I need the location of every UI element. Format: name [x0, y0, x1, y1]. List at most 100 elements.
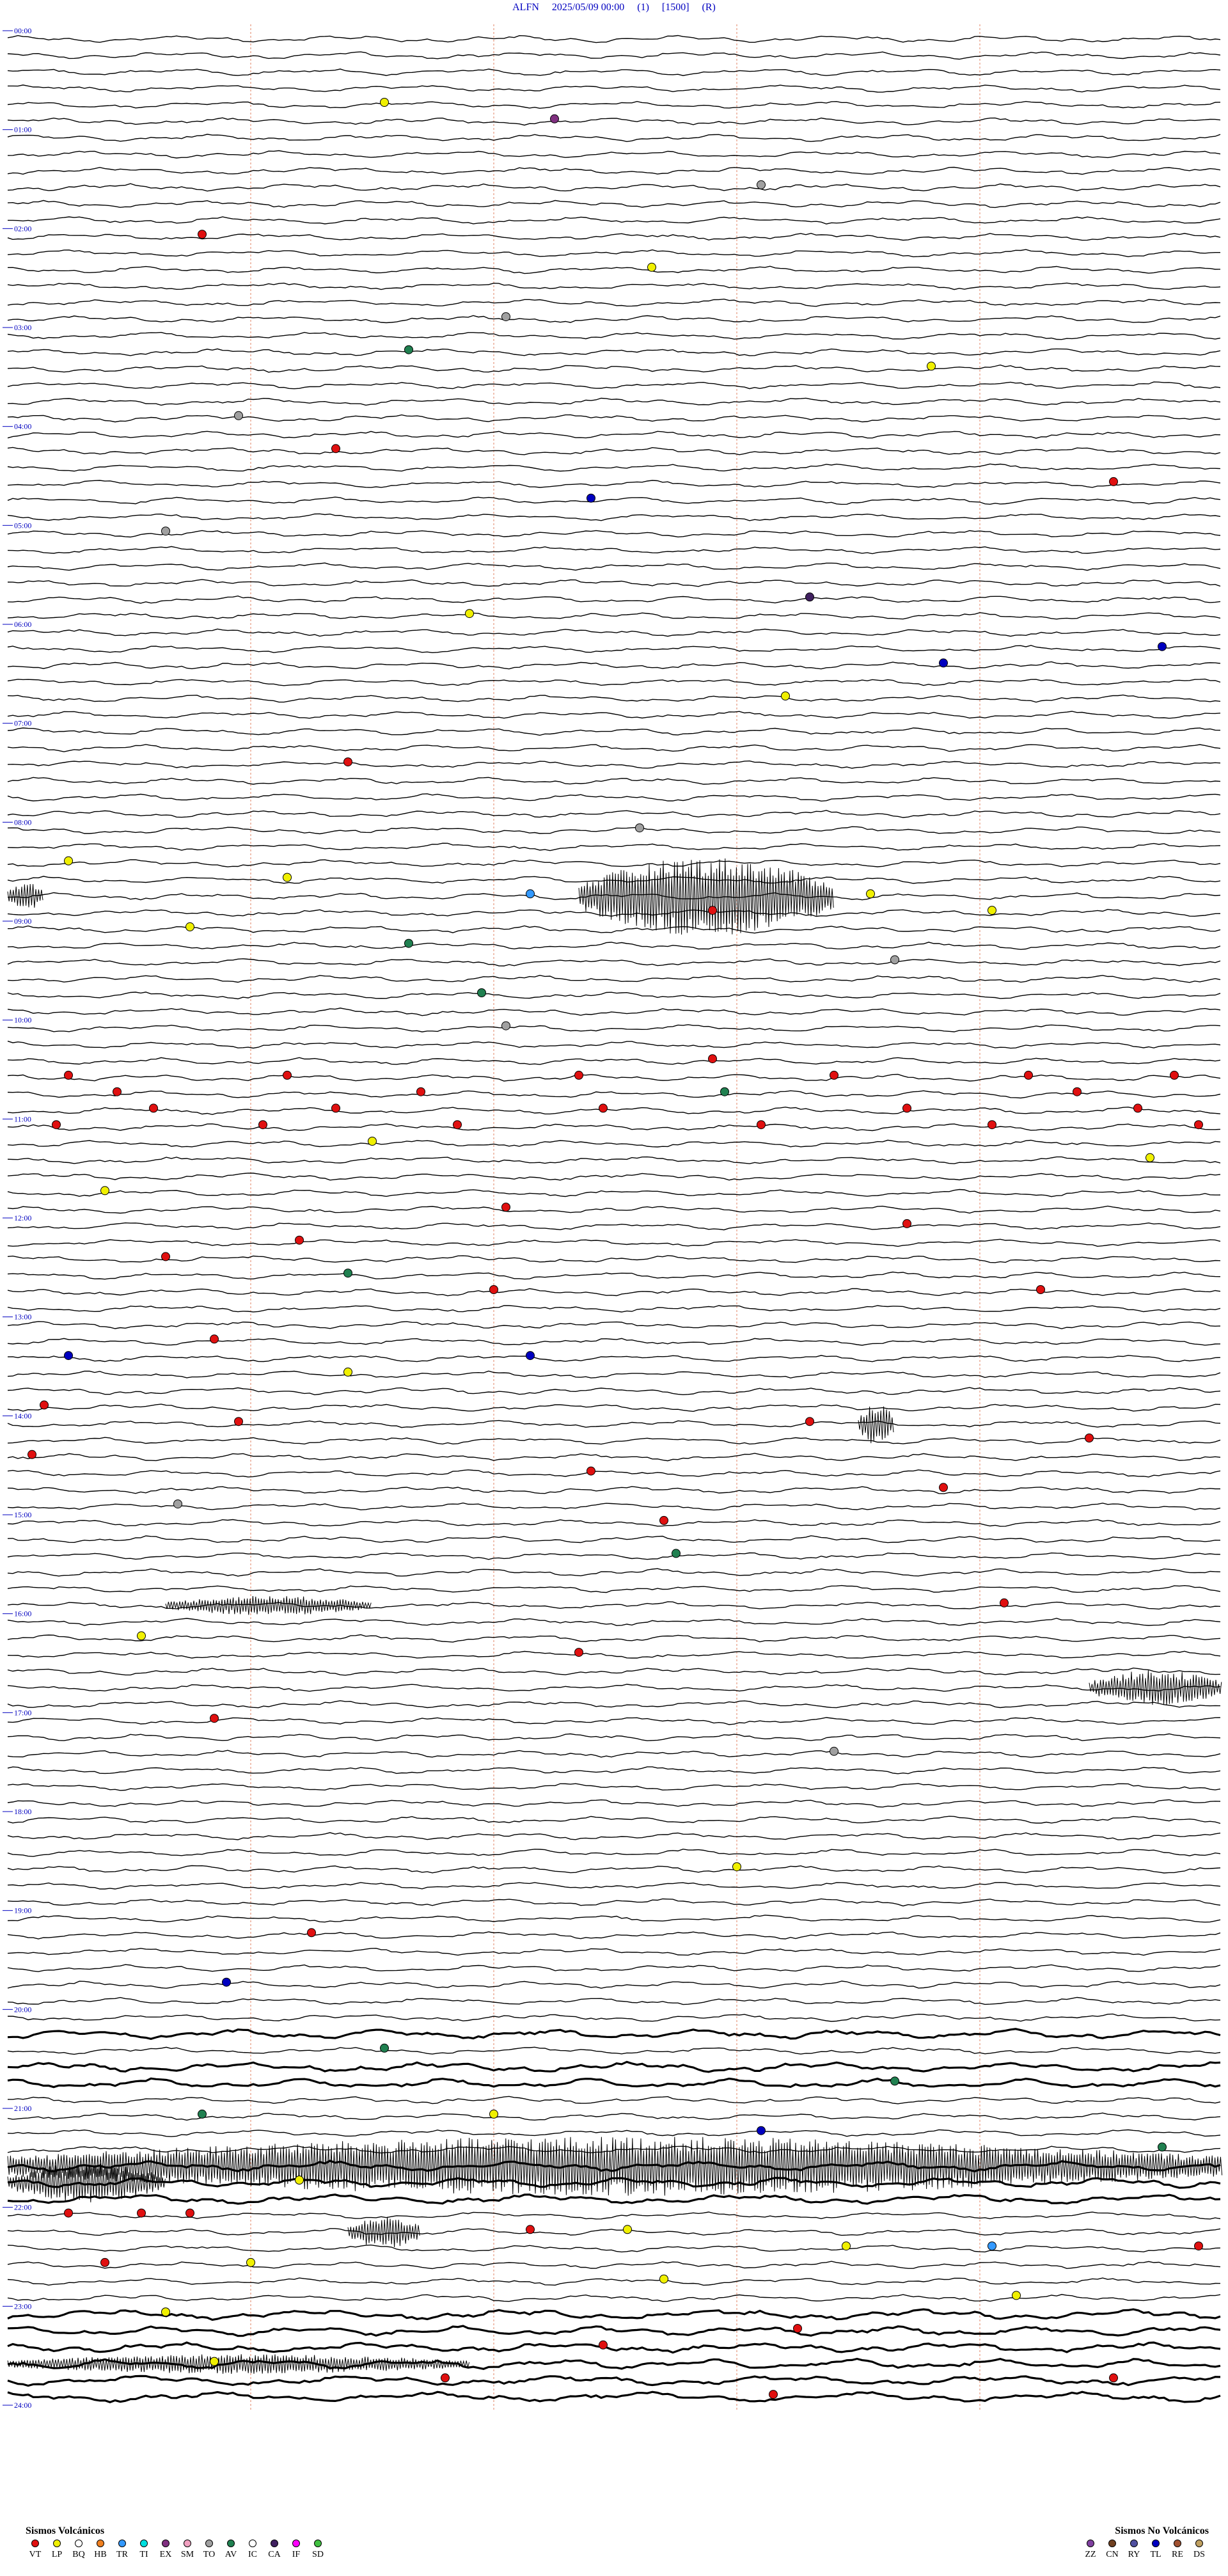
event-marker-av-76: [672, 1549, 681, 1558]
trace-row-32: [7, 562, 1221, 571]
burst-5: [7, 2137, 1223, 2196]
hour-label-2100: 21:00: [14, 2104, 31, 2113]
event-marker-vt-94: [185, 2208, 194, 2218]
legend-item-sd: SD: [308, 2540, 327, 2560]
legend-label-lp: LP: [51, 2550, 63, 2559]
event-marker-vt-79: [574, 1648, 583, 1657]
legend-swatch-ds: [1195, 2540, 1203, 2547]
burst-8: [7, 2354, 470, 2375]
trace-row-125: [8, 2096, 1221, 2105]
legend-label-hb: HB: [94, 2550, 107, 2559]
trace-row-92: [7, 1552, 1221, 1560]
legend-label-av: AV: [224, 2550, 237, 2559]
legend-label-ic: IC: [248, 2550, 257, 2559]
trace-row-33: [7, 579, 1221, 587]
legend-swatch-tr: [118, 2540, 126, 2547]
event-marker-vt-45: [902, 1103, 911, 1113]
event-marker-to-5: [501, 312, 510, 322]
trace-row-21: [7, 381, 1221, 390]
trace-row-105: [7, 1766, 1221, 1774]
hour-label-2300: 23:00: [14, 2302, 31, 2311]
event-marker-vt-63: [210, 1334, 219, 1344]
event-marker-to-74: [173, 1499, 182, 1509]
legend-label-if: IF: [292, 2550, 301, 2559]
hour-label-1200: 12:00: [14, 1213, 31, 1222]
event-marker-vt-42: [149, 1103, 158, 1113]
trace-row-46: [7, 793, 1221, 802]
trace-row-23: [7, 414, 1221, 423]
event-marker-to-2: [757, 180, 766, 189]
trace-row-72: [7, 1222, 1221, 1231]
event-marker-vt-46: [1133, 1103, 1142, 1113]
trace-row-124: [7, 2077, 1221, 2089]
trace-row-19: [7, 348, 1221, 356]
event-marker-lp-78: [137, 1631, 146, 1641]
event-marker-vt-75: [659, 1515, 668, 1525]
trace-row-85: [7, 1437, 1221, 1445]
legend-item-av: AV: [221, 2540, 240, 2560]
burst-0: [578, 858, 834, 935]
hour-label-0900: 09:00: [14, 917, 31, 926]
trace-row-97: [7, 1634, 1221, 1643]
trace-row-82: [7, 1387, 1221, 1396]
event-marker-vt-48: [258, 1120, 267, 1130]
legend-item-ds: DS: [1190, 2540, 1209, 2560]
event-marker-lp-4: [647, 262, 656, 272]
event-marker-lp-107: [210, 2357, 219, 2366]
trace-row-88: [7, 1486, 1220, 1494]
trace-row-2: [7, 68, 1221, 76]
trace-row-77: [7, 1305, 1221, 1313]
trace-row-47: [7, 810, 1221, 818]
event-marker-tl-11: [586, 493, 595, 503]
trace-row-98: [7, 1650, 1221, 1659]
trace-row-22: [7, 397, 1221, 406]
trace-row-4: [7, 100, 1221, 109]
trace-row-36: [7, 628, 1221, 637]
legend-label-zz: ZZ: [1085, 2550, 1096, 2559]
event-marker-vt-95: [526, 2225, 535, 2234]
event-marker-vt-41: [1073, 1087, 1082, 1096]
seismogram-plot: 00:00 01:00 02:00 03:00 04:00 05:00 06:00 07:00…: [3, 24, 1223, 2412]
trace-row-123: [7, 2060, 1221, 2073]
legend-label-tr: TR: [116, 2550, 128, 2559]
event-marker-tr-98: [988, 2241, 996, 2251]
event-marker-vt-92: [64, 2208, 73, 2218]
trace-row-18: [7, 331, 1221, 340]
legend-label-sm: SM: [180, 2550, 194, 2559]
seismic-bursts: [7, 858, 1223, 2375]
event-marker-vt-35: [830, 1070, 838, 1080]
trace-row-71: [7, 1205, 1221, 1214]
trace-row-80: [7, 1355, 1221, 1363]
legend-label-cn: CN: [1106, 2550, 1119, 2559]
event-marker-vt-44: [599, 1103, 608, 1113]
legend-item-ic: IC: [243, 2540, 262, 2560]
event-marker-vt-109: [1109, 2373, 1118, 2383]
trace-row-49: [7, 842, 1221, 851]
trace-row-64: [7, 1090, 1221, 1099]
legend-swatch-tl: [1152, 2540, 1160, 2547]
event-marker-vt-18: [343, 757, 352, 767]
legend-swatch-vt: [31, 2540, 39, 2547]
event-marker-to-28: [890, 955, 899, 965]
trace-row-57: [7, 974, 1221, 983]
legend-swatch-ex: [162, 2540, 169, 2547]
event-marker-tl-65: [526, 1351, 535, 1361]
legend-swatch-ti: [140, 2540, 148, 2547]
legend-item-re: RE: [1168, 2540, 1187, 2560]
trace-row-133: [7, 2228, 1221, 2236]
legend-item-lp: LP: [47, 2540, 67, 2560]
event-marker-lp-20: [64, 856, 73, 865]
trace-row-27: [7, 480, 1221, 488]
trace-row-65: [7, 1106, 1221, 1116]
event-marker-vt-106: [599, 2340, 608, 2350]
trace-row-143: [7, 2390, 1221, 2403]
hour-label-1000: 10:00: [14, 1016, 31, 1025]
legend-volcanic-title: Sismos Volcánicos: [26, 2525, 105, 2536]
event-marker-lp-21: [283, 873, 292, 882]
trace-row-91: [7, 1535, 1221, 1544]
event-marker-vt-59: [161, 1252, 170, 1261]
event-marker-vt-47: [52, 1120, 61, 1130]
event-marker-lp-14: [465, 609, 474, 619]
legend-item-ry: RY: [1124, 2540, 1144, 2560]
event-marker-lp-103: [1012, 2291, 1021, 2300]
